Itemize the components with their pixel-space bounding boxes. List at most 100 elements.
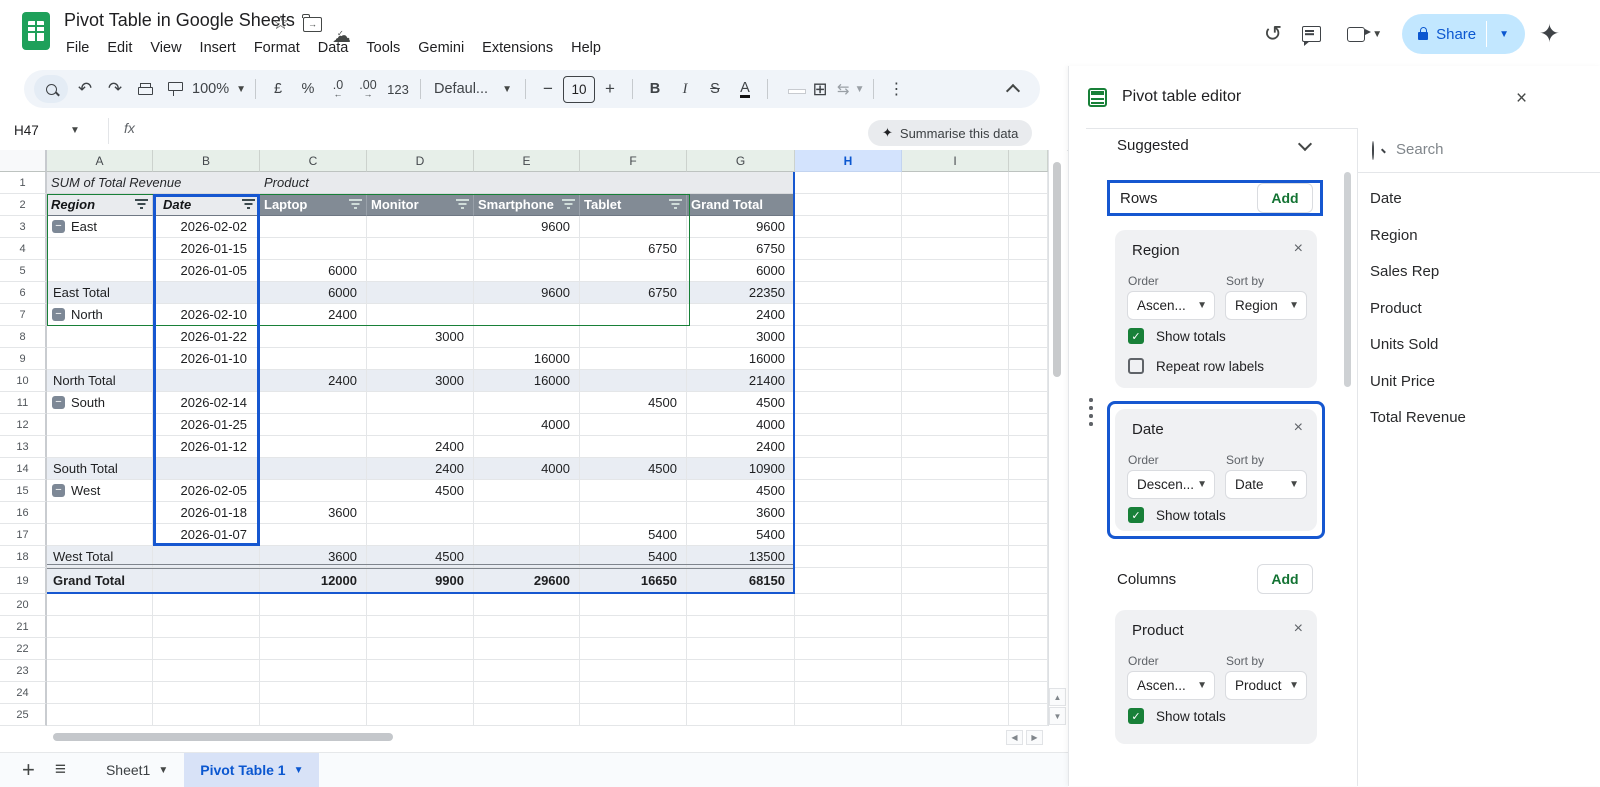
pivot-date-cell[interactable]: [153, 282, 260, 304]
empty-cell[interactable]: [580, 594, 687, 616]
row-number-7[interactable]: 7: [0, 304, 47, 326]
zoom-select[interactable]: 100% ▼: [192, 75, 246, 103]
empty-cell[interactable]: [1009, 682, 1048, 704]
empty-cell[interactable]: [902, 458, 1009, 480]
row-number-10[interactable]: 10: [0, 370, 47, 392]
hide-menus-button[interactable]: [1000, 75, 1026, 103]
summarise-data-button[interactable]: ✦ Summarise this data: [868, 120, 1033, 146]
scroll-down-button[interactable]: ▼: [1049, 707, 1066, 725]
pivot-value-cell[interactable]: [367, 260, 474, 282]
pivot-row-label[interactable]: − South: [47, 392, 153, 414]
pivot-value-cell[interactable]: 29600: [474, 568, 580, 594]
empty-cell[interactable]: [795, 568, 902, 594]
pivot-value-cell[interactable]: [260, 238, 367, 260]
empty-cell[interactable]: [260, 638, 367, 660]
empty-cell[interactable]: [902, 546, 1009, 568]
menu-item-tools[interactable]: Tools: [357, 38, 409, 58]
pivot-header-grand-total[interactable]: Grand Total: [687, 194, 795, 216]
pivot-value-cell[interactable]: [260, 480, 367, 502]
empty-cell[interactable]: [1009, 660, 1048, 682]
decrease-decimals-button[interactable]: .0 ←: [325, 75, 351, 103]
empty-cell[interactable]: [1009, 370, 1048, 392]
empty-cell[interactable]: [902, 638, 1009, 660]
pivot-value-cell[interactable]: [474, 392, 580, 414]
pivot-value-cell[interactable]: [474, 546, 580, 568]
pivot-value-cell[interactable]: 16000: [474, 370, 580, 392]
pivot-value-cell[interactable]: 6000: [260, 282, 367, 304]
pivot-date-cell[interactable]: [153, 568, 260, 594]
scroll-right-button[interactable]: ▶: [1026, 730, 1043, 745]
more-toolbar-button[interactable]: ⋮: [883, 75, 909, 103]
empty-cell[interactable]: [795, 616, 902, 638]
empty-cell[interactable]: [1009, 414, 1048, 436]
menu-item-data[interactable]: Data: [309, 38, 358, 58]
pivot-value-cell[interactable]: [474, 480, 580, 502]
pivot-row-label[interactable]: − North: [47, 304, 153, 326]
pivot-value-cell[interactable]: [260, 436, 367, 458]
empty-cell[interactable]: [1009, 216, 1048, 238]
row-number-9[interactable]: 9: [0, 348, 47, 370]
empty-cell[interactable]: [795, 348, 902, 370]
pivot-value-cell[interactable]: 4000: [687, 414, 795, 436]
empty-cell[interactable]: [795, 282, 902, 304]
menu-item-gemini[interactable]: Gemini: [409, 38, 473, 58]
empty-cell[interactable]: [902, 414, 1009, 436]
row-number-2[interactable]: 2: [0, 194, 47, 216]
empty-cell[interactable]: [1009, 348, 1048, 370]
pivot-value-cell[interactable]: 3000: [687, 326, 795, 348]
search-icon[interactable]: [34, 75, 68, 103]
empty-cell[interactable]: [902, 436, 1009, 458]
pivot-date-cell[interactable]: 2026-01-15: [153, 238, 260, 260]
row-number-17[interactable]: 17: [0, 524, 47, 546]
empty-cell[interactable]: [902, 238, 1009, 260]
pivot-row-label[interactable]: East Total: [47, 282, 153, 304]
show-totals-row[interactable]: ✓ Show totals: [1128, 708, 1226, 724]
pivot-row-label[interactable]: [47, 326, 153, 348]
row-number-13[interactable]: 13: [0, 436, 47, 458]
gemini-icon[interactable]: ✦: [1539, 19, 1560, 49]
empty-cell[interactable]: [1009, 194, 1048, 216]
pivot-value-cell[interactable]: [580, 480, 687, 502]
empty-cell[interactable]: [47, 682, 153, 704]
empty-cell[interactable]: [153, 616, 260, 638]
empty-cell[interactable]: [260, 682, 367, 704]
pivot-value-cell[interactable]: 9600: [687, 216, 795, 238]
pivot-value-cell[interactable]: [260, 348, 367, 370]
pivot-value-cell[interactable]: [474, 260, 580, 282]
star-icon[interactable]: ☆: [272, 12, 289, 35]
field-item-total-revenue[interactable]: Total Revenue: [1370, 409, 1466, 426]
pivot-value-cell[interactable]: 4500: [580, 458, 687, 480]
pivot-date-cell[interactable]: [153, 370, 260, 392]
order-select[interactable]: Ascen... ▼: [1127, 291, 1215, 320]
sheet-tab-caret-icon[interactable]: ▼: [158, 765, 168, 776]
pivot-value-cell[interactable]: [474, 524, 580, 546]
close-panel-icon[interactable]: ×: [1516, 88, 1527, 110]
menu-item-file[interactable]: File: [57, 38, 98, 58]
pivot-value-cell[interactable]: 21400: [687, 370, 795, 392]
empty-cell[interactable]: [474, 704, 580, 726]
row-number-16[interactable]: 16: [0, 502, 47, 524]
empty-cell[interactable]: [1009, 616, 1048, 638]
field-item-sales-rep[interactable]: Sales Rep: [1370, 263, 1439, 280]
pivot-header-smartphone[interactable]: Smartphone: [474, 194, 580, 216]
empty-cell[interactable]: [474, 638, 580, 660]
pivot-value-cell[interactable]: [367, 216, 474, 238]
pivot-row-label[interactable]: − West: [47, 480, 153, 502]
pivot-value-cell[interactable]: 22350: [687, 282, 795, 304]
pivot-value-cell[interactable]: [260, 326, 367, 348]
empty-cell[interactable]: [367, 704, 474, 726]
pivot-value-cell[interactable]: 16650: [580, 568, 687, 594]
empty-cell[interactable]: [902, 568, 1009, 594]
pivot-row-label[interactable]: [47, 502, 153, 524]
column-header-I[interactable]: I: [902, 150, 1009, 172]
font-size-input[interactable]: [563, 75, 595, 103]
pivot-value-cell[interactable]: [474, 502, 580, 524]
pivot-value-cell[interactable]: 6000: [260, 260, 367, 282]
pivot-date-cell[interactable]: 2026-01-07: [153, 524, 260, 546]
empty-cell[interactable]: [795, 370, 902, 392]
pivot-row-label[interactable]: [47, 414, 153, 436]
pivot-row-label[interactable]: Grand Total: [47, 568, 153, 594]
columns-add-button[interactable]: Add: [1257, 564, 1313, 594]
empty-cell[interactable]: [902, 392, 1009, 414]
empty-cell[interactable]: [795, 594, 902, 616]
